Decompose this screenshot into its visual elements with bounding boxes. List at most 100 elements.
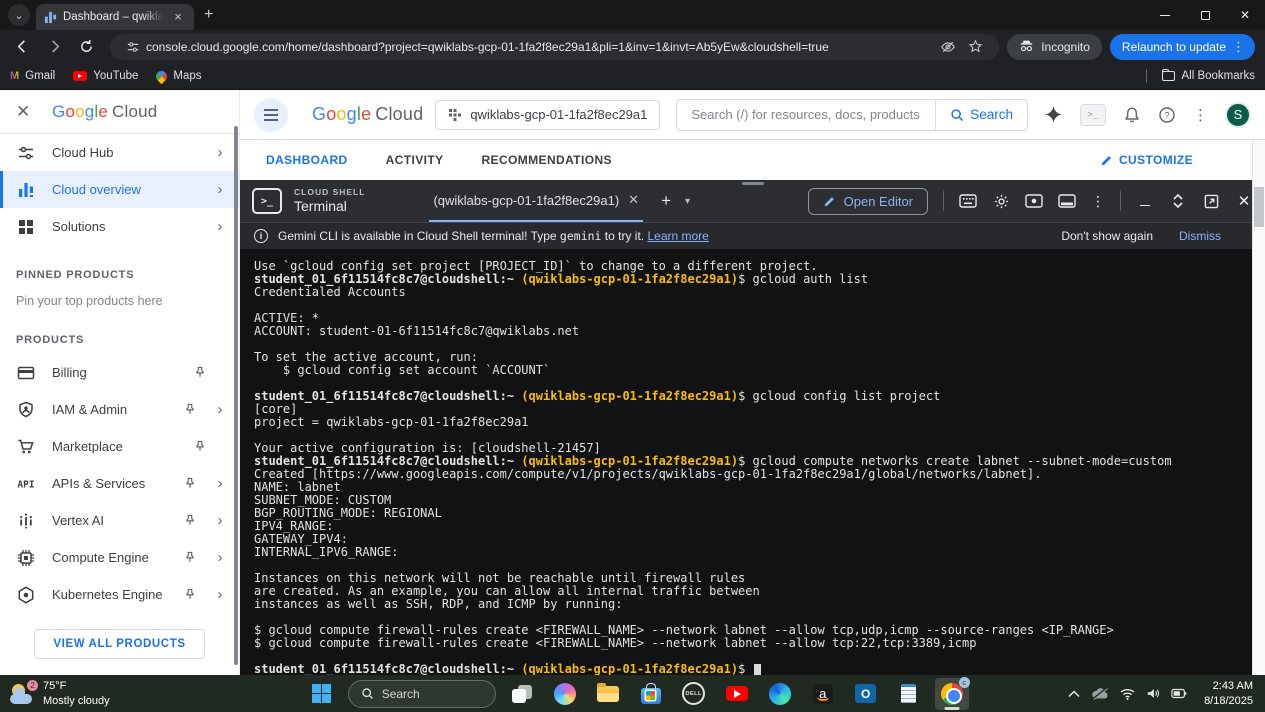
bookmark-star-icon[interactable] xyxy=(968,39,983,54)
chevron-right-icon[interactable]: › xyxy=(215,402,225,417)
sidebar-item-vertex-ai[interactable]: Vertex AI› xyxy=(0,502,239,539)
minimize-shell-icon[interactable] xyxy=(1136,192,1154,210)
panel-drag-handle[interactable] xyxy=(742,182,764,185)
pin-icon[interactable] xyxy=(193,365,207,380)
chevron-right-icon[interactable]: › xyxy=(215,219,225,234)
shell-more-options-icon[interactable]: ⋮ xyxy=(1091,193,1105,210)
edge-button[interactable] xyxy=(763,678,797,710)
site-settings-icon[interactable] xyxy=(126,40,140,54)
sidebar-item-compute-engine[interactable]: Compute Engine› xyxy=(0,539,239,576)
browser-menu-kebab-icon[interactable]: ⋮ xyxy=(1226,39,1251,55)
sidebar-item-iam-admin[interactable]: IAM & Admin› xyxy=(0,391,239,428)
window-minimize-icon[interactable] xyxy=(1145,0,1185,30)
console-search-input[interactable] xyxy=(676,99,935,131)
new-tab-icon[interactable]: + xyxy=(204,6,213,24)
pin-icon[interactable] xyxy=(183,513,197,528)
dell-button[interactable]: DELL xyxy=(677,678,711,710)
dont-show-again-button[interactable]: Don't show again xyxy=(1061,229,1153,243)
copilot-button[interactable] xyxy=(548,678,582,710)
tab-dashboard[interactable]: DASHBOARD xyxy=(266,153,348,167)
terminal-tab[interactable]: (qwiklabs-gcp-01-1fa2f8ec29a1) ✕ xyxy=(429,180,643,222)
volume-icon[interactable] xyxy=(1146,687,1160,700)
all-bookmarks-button[interactable]: All Bookmarks xyxy=(1146,69,1256,83)
reload-icon[interactable] xyxy=(73,34,99,60)
web-preview-icon[interactable] xyxy=(1025,192,1043,210)
task-view-button[interactable] xyxy=(505,678,539,710)
chevron-right-icon[interactable]: › xyxy=(215,476,225,491)
view-all-products-button[interactable]: VIEW ALL PRODUCTS xyxy=(34,629,204,659)
chevron-right-icon[interactable]: › xyxy=(215,145,225,160)
chevron-right-icon[interactable]: › xyxy=(215,550,225,565)
sidebar-item-kubernetes-engine[interactable]: Kubernetes Engine› xyxy=(0,576,239,613)
window-close-icon[interactable]: ✕ xyxy=(1225,0,1265,30)
chevron-right-icon[interactable]: › xyxy=(215,513,225,528)
sidebar-item-cloud-overview[interactable]: Cloud overview› xyxy=(0,171,239,208)
open-editor-button[interactable]: Open Editor xyxy=(808,188,928,215)
amazon-button[interactable]: a xyxy=(806,678,840,710)
url-text[interactable]: console.cloud.google.com/home/dashboard?… xyxy=(146,40,934,54)
tab-recommendations[interactable]: RECOMMENDATIONS xyxy=(481,153,611,167)
relaunch-to-update-button[interactable]: Relaunch to update ⋮ xyxy=(1110,34,1255,60)
browser-tab[interactable]: Dashboard – qwiklabs-gcp-01-1 × xyxy=(36,4,194,30)
tab-close-icon[interactable]: × xyxy=(170,9,186,25)
settings-gear-icon[interactable] xyxy=(992,192,1010,210)
learn-more-link[interactable]: Learn more xyxy=(647,229,708,243)
dismiss-button[interactable]: Dismiss xyxy=(1179,229,1221,243)
page-scrollbar-thumb[interactable] xyxy=(1254,187,1264,227)
forward-icon[interactable] xyxy=(41,34,67,60)
account-avatar[interactable]: S xyxy=(1225,102,1251,128)
sidebar-item-cloud-hub[interactable]: Cloud Hub› xyxy=(0,134,239,171)
bookmark-maps[interactable]: Maps xyxy=(156,70,201,82)
battery-icon[interactable] xyxy=(1171,688,1187,699)
window-restore-icon[interactable] xyxy=(1185,0,1225,30)
project-selector[interactable]: qwiklabs-gcp-01-1fa2f8ec29a1 xyxy=(435,100,660,130)
sidebar-item-apis-services[interactable]: APIAPIs & Services› xyxy=(0,465,239,502)
tray-chevron-up-icon[interactable] xyxy=(1068,690,1080,698)
chevron-right-icon[interactable]: › xyxy=(215,182,225,197)
more-options-kebab-icon[interactable]: ⋮ xyxy=(1193,106,1208,124)
youtube-button[interactable] xyxy=(720,678,754,710)
back-icon[interactable] xyxy=(9,34,35,60)
tab-activity[interactable]: ACTIVITY xyxy=(386,153,444,167)
gemini-sparkle-icon[interactable] xyxy=(1044,105,1063,124)
microsoft-store-button[interactable] xyxy=(634,678,668,710)
password-eye-off-icon[interactable] xyxy=(940,39,956,55)
close-shell-icon[interactable]: ✕ xyxy=(1235,192,1253,210)
console-search-button[interactable]: Search xyxy=(935,99,1028,131)
taskbar-search[interactable]: Search xyxy=(348,680,496,708)
tab-search-chevron-icon[interactable]: ⌄ xyxy=(8,4,30,26)
pin-icon[interactable] xyxy=(183,402,197,417)
expand-shell-icon[interactable] xyxy=(1169,192,1187,210)
chrome-button-active[interactable]: c xyxy=(935,678,969,710)
bookmark-youtube[interactable]: YouTube xyxy=(73,70,138,82)
address-bar[interactable]: console.cloud.google.com/home/dashboard?… xyxy=(110,34,999,60)
outlook-button[interactable]: O xyxy=(849,678,883,710)
open-in-new-window-icon[interactable] xyxy=(1202,192,1220,210)
taskbar-clock[interactable]: 2:43 AM 8/18/2025 xyxy=(1204,679,1253,709)
pin-icon[interactable] xyxy=(193,439,207,454)
notepad-button[interactable] xyxy=(892,678,926,710)
bookmark-gmail[interactable]: MGmail xyxy=(10,70,55,82)
sidebar-close-icon[interactable]: ✕ xyxy=(16,102,40,122)
hamburger-menu-icon[interactable] xyxy=(254,98,288,132)
sidebar-item-billing[interactable]: Billing xyxy=(0,354,239,391)
wifi-icon[interactable] xyxy=(1120,688,1135,700)
notifications-bell-icon[interactable] xyxy=(1123,106,1141,124)
pin-icon[interactable] xyxy=(183,476,197,491)
dock-panel-icon[interactable] xyxy=(1058,192,1076,210)
weather-widget[interactable]: 2 75°FMostly cloudy xyxy=(0,679,240,708)
onedrive-cloud-icon[interactable] xyxy=(1091,687,1109,700)
pin-icon[interactable] xyxy=(183,550,197,565)
keyboard-icon[interactable] xyxy=(959,192,977,210)
terminal-tab-dropdown-icon[interactable]: ▾ xyxy=(685,196,690,207)
sidebar-item-marketplace[interactable]: Marketplace xyxy=(0,428,239,465)
pin-icon[interactable] xyxy=(183,587,197,602)
sidebar-scrollbar[interactable] xyxy=(234,126,238,665)
new-terminal-tab-icon[interactable]: + xyxy=(661,191,671,211)
start-button[interactable] xyxy=(305,678,339,710)
terminal-tab-close-icon[interactable]: ✕ xyxy=(628,192,639,208)
file-explorer-button[interactable] xyxy=(591,678,625,710)
page-scrollbar[interactable] xyxy=(1252,140,1265,675)
terminal-output[interactable]: Use `gcloud config set project [PROJECT_… xyxy=(240,249,1265,675)
sidebar-item-solutions[interactable]: Solutions› xyxy=(0,208,239,245)
